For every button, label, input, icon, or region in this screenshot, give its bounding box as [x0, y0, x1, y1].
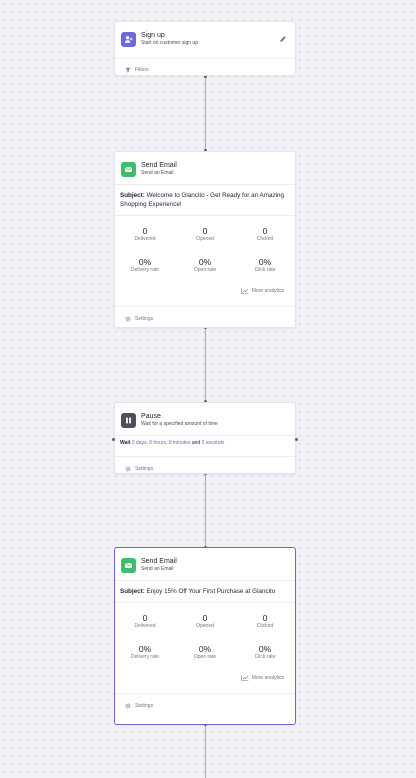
chart-icon	[241, 288, 249, 294]
email-title: Send Email	[141, 557, 177, 565]
filter-icon	[125, 67, 131, 73]
stat-clicked: 0 Clicked	[256, 613, 274, 629]
settings-label: Settings	[135, 316, 154, 322]
wait-days[interactable]: 2 days,	[132, 440, 148, 446]
mail-icon	[121, 557, 136, 573]
settings-button[interactable]: Settings	[115, 457, 295, 481]
gear-icon	[125, 703, 131, 709]
more-analytics-label: More analytics	[251, 288, 284, 294]
filters-button[interactable]: Filters	[115, 59, 295, 81]
wait-seconds[interactable]: 0 seconds	[202, 440, 225, 446]
stats-rates: 0% Delivery rate 0% Open rate 0% Click rate	[115, 243, 295, 274]
email-subtitle: Send an Email	[141, 565, 174, 572]
pause-icon	[121, 412, 136, 428]
signup-trigger-card[interactable]: Sign up Start on customer sign up Filter…	[114, 21, 296, 76]
signup-title: Sign up	[141, 31, 165, 39]
chart-icon	[241, 675, 249, 681]
gear-icon	[125, 466, 131, 472]
stats-counts: 0 Delivered 0 Opened 0 Clicked	[115, 603, 295, 630]
email-subject: Subject: Enjoy 15% Off Your First Purcha…	[115, 581, 295, 602]
settings-button[interactable]: Settings	[115, 694, 295, 718]
stat-open-rate: 0% Open rate	[193, 644, 217, 660]
stats-counts: 0 Delivered 0 Opened 0 Clicked	[115, 216, 295, 243]
wait-minutes[interactable]: 0 minutes	[169, 440, 191, 446]
pause-card[interactable]: Pause Wait for a specified amount of tim…	[112, 402, 298, 474]
send-email-card[interactable]: Send Email Send an Email Subject: Welcom…	[114, 151, 296, 328]
wait-label: Wait	[120, 440, 131, 446]
pause-subtitle: Wait for a specified amount of time	[141, 420, 218, 427]
connector-line	[205, 725, 206, 778]
send-email-card-selected[interactable]: Send Email Send an Email Subject: Enjoy …	[114, 547, 296, 725]
wait-and: and	[191, 440, 201, 446]
subject-text: Enjoy 15% Off Your First Purchase at Gla…	[146, 588, 276, 595]
filters-label: Filters	[135, 67, 149, 73]
branch-dot-left[interactable]	[112, 438, 115, 441]
stat-open-rate: 0% Open rate	[193, 257, 217, 273]
stat-clicked: 0 Clicked	[256, 226, 274, 242]
email-subject: Subject: Welcome to Glancito - Get Ready…	[115, 185, 295, 215]
settings-label: Settings	[135, 703, 154, 709]
connector-line	[205, 77, 206, 150]
settings-button[interactable]: Settings	[115, 307, 295, 331]
stat-delivered: 0 Delivered	[134, 226, 156, 242]
connector-line	[205, 474, 206, 547]
stat-delivery-rate: 0% Delivery rate	[130, 257, 160, 273]
wait-hours[interactable]: 0 hours,	[149, 440, 167, 446]
settings-label: Settings	[135, 466, 154, 472]
gear-icon	[125, 316, 131, 322]
stat-delivered: 0 Delivered	[134, 613, 156, 629]
stat-delivery-rate: 0% Delivery rate	[130, 644, 160, 660]
more-analytics-link[interactable]: More analytics	[115, 673, 295, 683]
stat-opened: 0 Opened	[196, 226, 214, 242]
user-plus-icon	[121, 31, 136, 47]
subject-label: Subject:	[120, 588, 145, 595]
stat-click-rate: 0% Click rate	[254, 257, 276, 273]
pause-title: Pause	[141, 412, 161, 420]
more-analytics-link[interactable]: More analytics	[115, 286, 295, 296]
pencil-icon[interactable]	[278, 34, 288, 44]
mail-icon	[121, 161, 136, 177]
stats-rates: 0% Delivery rate 0% Open rate 0% Click rate	[115, 630, 295, 661]
branch-dot-right[interactable]	[295, 438, 298, 441]
subject-label: Subject:	[120, 192, 145, 199]
connector-line	[205, 328, 206, 401]
email-title: Send Email	[141, 161, 177, 169]
subject-text: Welcome to Glancito - Get Ready for an A…	[120, 192, 285, 208]
stat-click-rate: 0% Click rate	[254, 644, 276, 660]
more-analytics-label: More analytics	[251, 675, 284, 681]
signup-subtitle: Start on customer sign up	[141, 39, 198, 46]
stat-opened: 0 Opened	[196, 613, 214, 629]
wait-duration[interactable]: Wait 2 days, 0 hours, 0 minutes and 0 se…	[115, 436, 295, 454]
email-subtitle: Send an Email	[141, 169, 174, 176]
